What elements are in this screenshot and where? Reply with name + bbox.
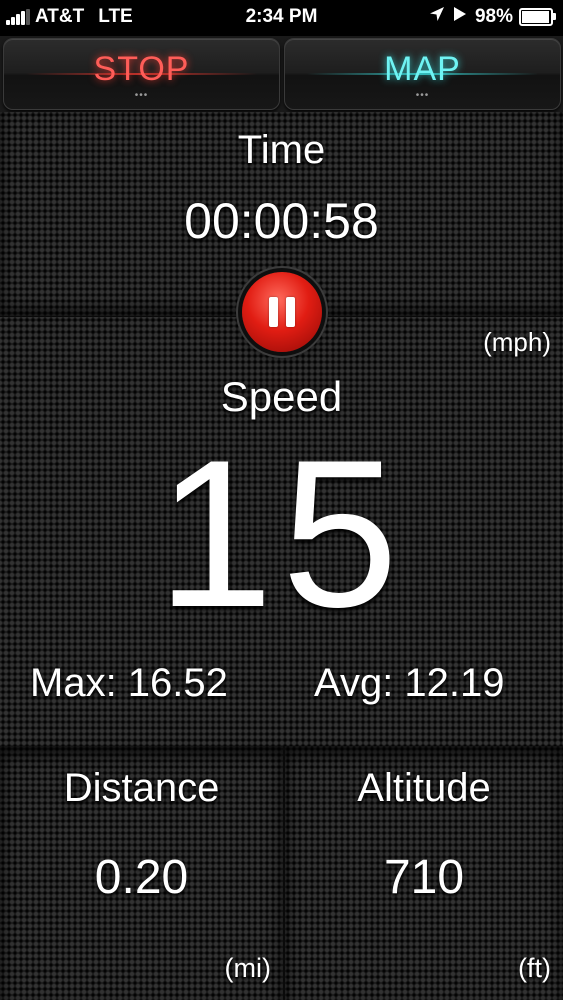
pause-button[interactable] xyxy=(242,272,322,352)
battery-icon xyxy=(519,8,556,26)
grip-dots-icon: ••• xyxy=(134,90,149,101)
distance-label: Distance xyxy=(63,766,220,810)
battery-percent: 98% xyxy=(474,6,513,27)
altitude-value: 710 xyxy=(383,851,465,904)
pause-icon xyxy=(269,297,295,327)
top-button-bar: STOP ••• MAP ••• xyxy=(0,36,563,112)
map-button[interactable]: MAP ••• xyxy=(284,38,561,110)
altitude-unit: (ft) xyxy=(518,953,551,983)
altitude-panel: Altitude 710 (ft) xyxy=(285,746,563,1000)
location-arrow-icon xyxy=(429,6,445,28)
speedometer-screen: AT&T LTE 2:34 PM 98% STOP ••• MAP ••• Ti… xyxy=(0,0,563,1000)
max-speed: Max: 16.52 xyxy=(30,661,228,705)
grip-dots-icon: ••• xyxy=(415,90,430,101)
distance-unit: (mi) xyxy=(224,953,271,983)
battery-fill xyxy=(522,11,550,23)
stop-button[interactable]: STOP ••• xyxy=(3,38,280,110)
speed-unit: (mph) xyxy=(483,327,551,357)
status-right: 98% xyxy=(429,6,556,28)
speed-label: Speed xyxy=(220,373,343,420)
time-label: Time xyxy=(237,128,326,172)
status-bar: AT&T LTE 2:34 PM 98% xyxy=(0,0,563,36)
stop-button-label: STOP xyxy=(93,50,190,88)
speed-value: 15 xyxy=(156,416,407,651)
avg-speed: Avg: 12.19 xyxy=(314,661,505,705)
distance-value: 0.20 xyxy=(94,851,189,904)
map-button-label: MAP xyxy=(384,50,461,88)
play-icon xyxy=(453,6,467,28)
altitude-label: Altitude xyxy=(357,766,491,810)
distance-panel: Distance 0.20 (mi) xyxy=(0,746,285,1000)
speed-panel: (mph) Speed 15 Max: 16.52 Avg: 12.19 xyxy=(0,316,563,747)
time-value: 00:00:58 xyxy=(184,193,379,249)
